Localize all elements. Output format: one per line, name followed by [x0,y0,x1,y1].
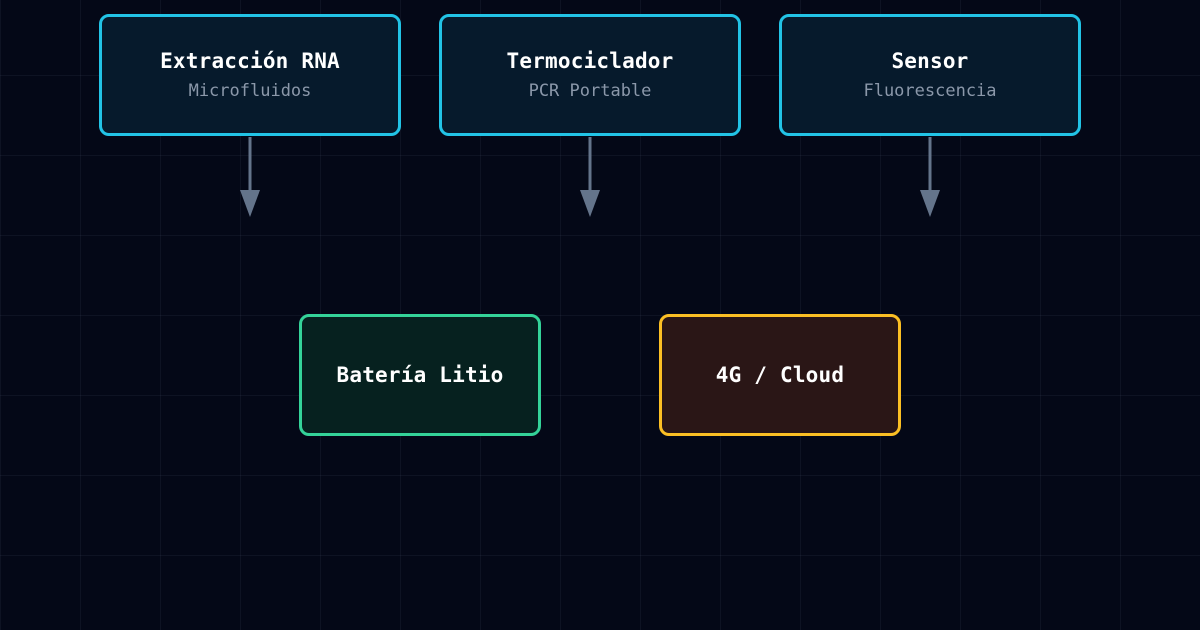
node-rna-extraction: Extracción RNA Microfluidos [99,14,401,136]
node-cloud: 4G / Cloud [659,314,901,436]
node-subtitle: Microfluidos [188,81,312,101]
node-title: Sensor [891,49,969,73]
node-title: 4G / Cloud [715,363,845,387]
arrow-from-rna [240,137,260,217]
node-battery: Batería Litio [299,314,541,436]
node-title: Extracción RNA [160,49,340,73]
node-subtitle: Fluorescencia [863,81,997,101]
diagram-canvas: Extracción RNA Microfluidos Termociclado… [0,0,1200,630]
node-title: Batería Litio [336,363,504,387]
node-subtitle: PCR Portable [528,81,652,101]
node-sensor: Sensor Fluorescencia [779,14,1081,136]
node-title: Termociclador [506,49,674,73]
node-thermocycler: Termociclador PCR Portable [439,14,741,136]
arrow-from-sensor [920,137,940,217]
arrow-from-pcr [580,137,600,217]
